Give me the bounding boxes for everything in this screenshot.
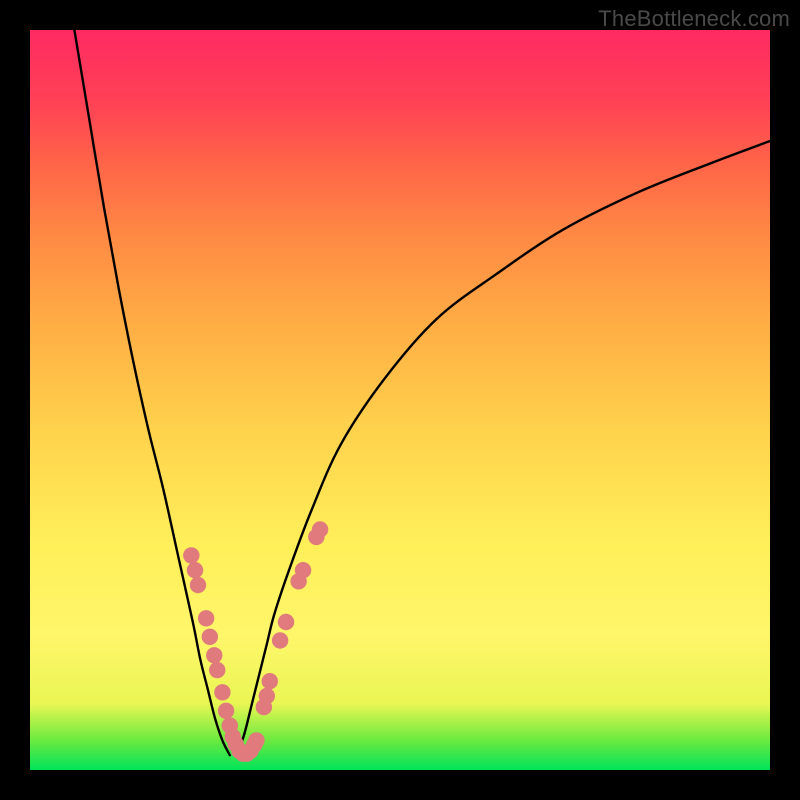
highlight-dot (312, 521, 328, 537)
curve-layer (30, 30, 770, 770)
highlight-dot (272, 632, 288, 648)
highlight-dots (183, 521, 328, 762)
highlight-dot (248, 732, 264, 748)
chart-frame: TheBottleneck.com (0, 0, 800, 800)
highlight-dot (183, 547, 199, 563)
highlight-dot (187, 562, 203, 578)
highlight-dot (206, 647, 222, 663)
plot-area (30, 30, 770, 770)
highlight-dot (278, 614, 294, 630)
highlight-dot (209, 662, 225, 678)
highlight-dot (190, 577, 206, 593)
highlight-dot (214, 684, 230, 700)
left-branch-path (74, 30, 229, 755)
right-branch-path (237, 141, 770, 755)
highlight-dot (198, 610, 214, 626)
highlight-dot (295, 562, 311, 578)
highlight-dot (259, 688, 275, 704)
highlight-dot (262, 673, 278, 689)
highlight-dot (218, 703, 234, 719)
highlight-dot (202, 629, 218, 645)
watermark-text: TheBottleneck.com (598, 6, 790, 32)
